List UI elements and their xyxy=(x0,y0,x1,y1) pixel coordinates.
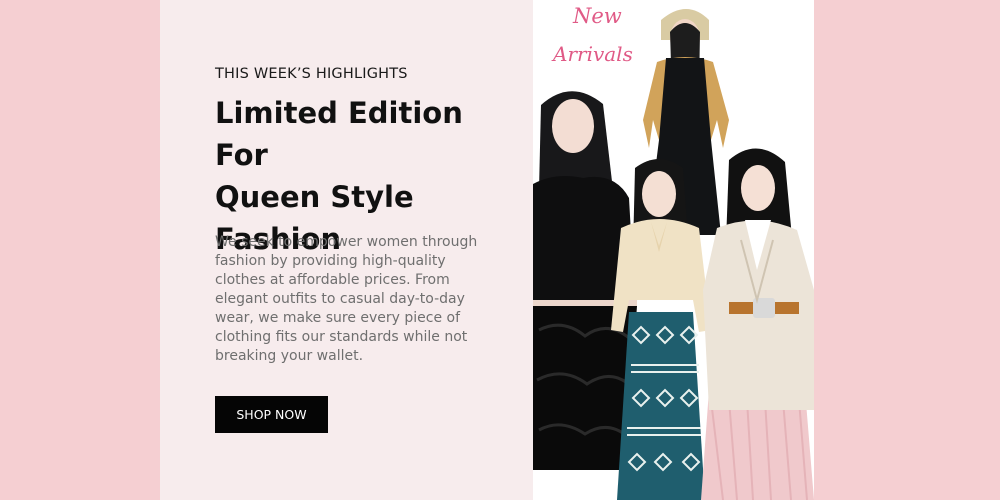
models-illustration xyxy=(533,9,814,500)
shop-now-button[interactable]: SHOP NOW xyxy=(215,396,328,433)
promo-banner: THIS WEEK’S HIGHLIGHTS Limited Edition F… xyxy=(160,0,814,500)
model-right xyxy=(701,148,814,500)
text-panel: THIS WEEK’S HIGHLIGHTS Limited Edition F… xyxy=(160,0,533,500)
eyebrow-label: THIS WEEK’S HIGHLIGHTS xyxy=(215,66,408,82)
new-arrivals-photo: New Arrivals xyxy=(533,0,814,500)
new-arrivals-script-line1: New xyxy=(573,4,622,28)
headline-line: Queen Style xyxy=(215,180,414,214)
body-copy: We seek to empower women through fashion… xyxy=(215,234,478,364)
new-arrivals-script-line2: Arrivals xyxy=(553,42,633,66)
headline-line: Limited Edition For xyxy=(215,96,463,172)
